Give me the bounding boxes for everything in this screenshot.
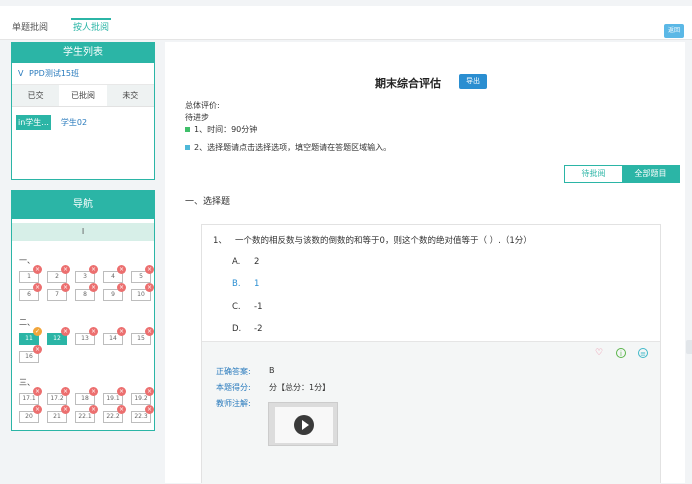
status-tabs: 已交 已批阅 未交 — [12, 85, 154, 107]
comment-icon[interactable]: ≡ — [638, 348, 648, 358]
wrong-badge-icon: × — [145, 327, 154, 336]
wrong-badge-icon: × — [89, 405, 98, 414]
chevron-down-icon: V — [18, 69, 24, 78]
class-selector[interactable]: V PPD测试15班 — [12, 63, 154, 85]
wrong-badge-icon: × — [117, 265, 126, 274]
wrong-badge-icon: × — [89, 387, 98, 396]
wrong-badge-icon: × — [145, 265, 154, 274]
note-instructions: 2、选择题请点击选择选项，填空题请在答题区域输入。 — [185, 142, 391, 153]
wrong-badge-icon: × — [145, 405, 154, 414]
filter-group: 待批阅 全部题目 — [564, 165, 680, 183]
class-name: PPD测试15班 — [29, 69, 80, 78]
section-title: 一、选择题 — [185, 197, 231, 207]
wrong-badge-icon: × — [117, 327, 126, 336]
overall-label: 总体评价: — [185, 101, 220, 110]
student-list-panel: 学生列表 V PPD测试15班 已交 已批阅 未交 in学生... 学生02 — [11, 42, 155, 180]
check-badge-icon: ✓ — [33, 327, 42, 336]
wrong-badge-icon: × — [145, 387, 154, 396]
wrong-badge-icon: × — [61, 387, 70, 396]
answer-label: 正确答案: — [216, 367, 251, 376]
student-list-title: 学生列表 — [12, 43, 154, 63]
tab-graded[interactable]: 已批阅 — [59, 85, 107, 106]
wrong-badge-icon: × — [61, 283, 70, 292]
export-button[interactable]: 导出 — [459, 74, 487, 89]
wrong-badge-icon: × — [89, 283, 98, 292]
answer-value: B — [269, 366, 275, 375]
wrong-badge-icon: × — [89, 265, 98, 274]
navigation-roman-bar[interactable]: I — [12, 223, 154, 241]
note-time: 1、时间：90分钟 — [185, 124, 257, 135]
filter-all[interactable]: 全部题目 — [622, 166, 679, 182]
heart-icon[interactable]: ♡ — [594, 348, 604, 358]
back-button[interactable]: 返回 — [664, 24, 684, 38]
blue-square-icon — [185, 145, 190, 150]
info-icon[interactable]: i — [616, 348, 626, 358]
side-scroll-tab[interactable] — [686, 340, 692, 354]
wrong-badge-icon: × — [117, 405, 126, 414]
section-label: 三、 — [19, 378, 35, 387]
tab-not-submitted[interactable]: 未交 — [107, 85, 154, 106]
overall-value: 待进步 — [185, 113, 209, 122]
question-text: 1、 一个数的相反数与该数的倒数的和等于0，则这个数的绝对值等于（ ）.（1分） — [213, 236, 532, 246]
top-bar: 单题批阅 按人批阅 返回 — [0, 6, 692, 40]
section-label: 二、 — [19, 318, 35, 327]
play-icon[interactable] — [294, 415, 314, 435]
filter-pending[interactable]: 待批阅 — [565, 166, 622, 182]
wrong-badge-icon: × — [33, 265, 42, 274]
wrong-badge-icon: × — [89, 327, 98, 336]
option-c[interactable]: C. -1 — [232, 302, 262, 312]
teacher-note-label: 教师注解: — [216, 399, 251, 408]
wrong-badge-icon: × — [117, 283, 126, 292]
main-content: 期末综合评估 导出 总体评价: 待进步 1、时间：90分钟 2、选择题请点击选择… — [165, 42, 685, 484]
wrong-badge-icon: × — [61, 327, 70, 336]
option-d[interactable]: D. -2 — [232, 324, 262, 334]
teacher-note-video[interactable] — [268, 402, 338, 446]
question-card: 1、 一个数的相反数与该数的倒数的和等于0，则这个数的绝对值等于（ ）.（1分）… — [201, 224, 661, 484]
wrong-badge-icon: × — [33, 345, 42, 354]
navigation-title: 导航 — [12, 191, 154, 219]
wrong-badge-icon: × — [33, 387, 42, 396]
tab-by-student[interactable]: 按人批阅 — [73, 20, 109, 33]
tab-submitted[interactable]: 已交 — [12, 85, 59, 106]
wrong-badge-icon: × — [33, 405, 42, 414]
wrong-badge-icon: × — [61, 265, 70, 274]
wrong-badge-icon: × — [145, 283, 154, 292]
navigation-panel: 导航 I 一、 1 × 2 × 3 × 4 × 5 × 6 × 7 × 8 × 9 × 10 × 二、 11 ✓ 12 × 1… — [11, 190, 155, 431]
student-item[interactable]: in学生... — [16, 115, 51, 130]
page-title: 期末综合评估 — [375, 77, 441, 90]
option-a[interactable]: A. 2 — [232, 257, 259, 267]
score-value: 分【总分：1分】 — [269, 383, 331, 392]
student-list: in学生... 学生02 — [12, 107, 154, 138]
wrong-badge-icon: × — [117, 387, 126, 396]
student-item[interactable]: 学生02 — [59, 115, 89, 130]
section-label: 一、 — [19, 256, 35, 265]
option-b[interactable]: B. 1 — [232, 279, 259, 289]
question-footer: ♡ i ≡ 正确答案: B 本题得分: 分【总分：1分】 教师注解: — [202, 341, 660, 484]
score-label: 本题得分: — [216, 383, 251, 392]
tab-single-question[interactable]: 单题批阅 — [12, 20, 48, 33]
green-square-icon — [185, 127, 190, 132]
wrong-badge-icon: × — [61, 405, 70, 414]
wrong-badge-icon: × — [33, 283, 42, 292]
